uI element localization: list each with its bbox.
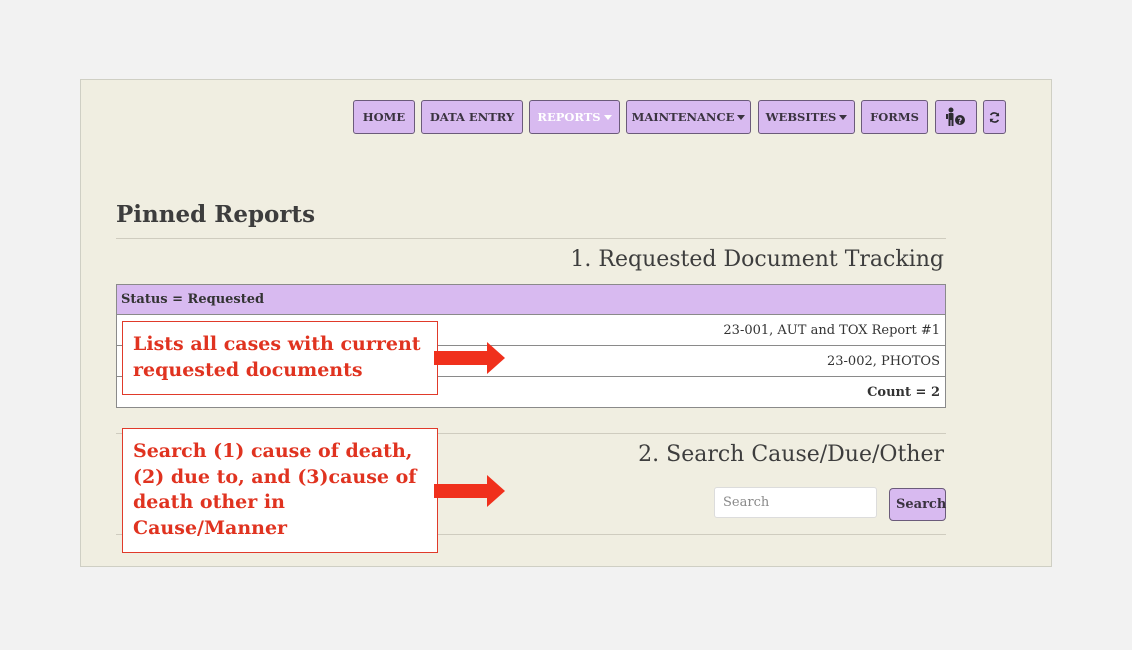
arrow-right-icon	[434, 475, 505, 507]
nav-reports-button[interactable]: REPORTS	[529, 100, 620, 134]
section-title-document-tracking: 1. Requested Document Tracking	[570, 247, 944, 272]
case-link[interactable]: 23-001, AUT and TOX Report #1	[723, 323, 940, 338]
search-input[interactable]	[714, 487, 877, 518]
nav-maintenance-label: MAINTENANCE	[631, 110, 735, 124]
divider	[116, 238, 946, 239]
nav-websites-button[interactable]: WEBSITES	[758, 100, 855, 134]
person-help-icon: ?	[946, 107, 965, 126]
table-header-status: Status = Requested	[117, 285, 945, 315]
main-panel: HOME DATA ENTRY REPORTS MAINTENANCE WEBS…	[80, 79, 1052, 567]
nav-forms-button[interactable]: FORMS	[861, 100, 928, 134]
section-title-search: 2. Search Cause/Due/Other	[638, 442, 944, 467]
chevron-down-icon	[737, 114, 746, 120]
chevron-down-icon	[603, 114, 612, 120]
annotation-callout-requested: Lists all cases with current requested d…	[122, 321, 438, 395]
nav-websites-label: WEBSITES	[765, 110, 837, 124]
search-button[interactable]: Search	[889, 488, 946, 521]
nav-maintenance-button[interactable]: MAINTENANCE	[626, 100, 751, 134]
arrow-right-icon	[434, 342, 505, 374]
page-title: Pinned Reports	[116, 201, 316, 228]
chevron-down-icon	[839, 114, 848, 120]
help-button[interactable]: ?	[935, 100, 977, 134]
nav-data-entry-button[interactable]: DATA ENTRY	[421, 100, 523, 134]
refresh-button[interactable]	[983, 100, 1006, 134]
svg-text:?: ?	[958, 117, 963, 126]
case-link[interactable]: 23-002, PHOTOS	[827, 354, 940, 369]
refresh-icon	[989, 111, 1000, 123]
nav-home-button[interactable]: HOME	[353, 100, 415, 134]
nav-reports-label: REPORTS	[537, 110, 601, 124]
row-count: Count = 2	[867, 384, 940, 400]
annotation-callout-search: Search (1) cause of death, (2) due to, a…	[122, 428, 438, 553]
